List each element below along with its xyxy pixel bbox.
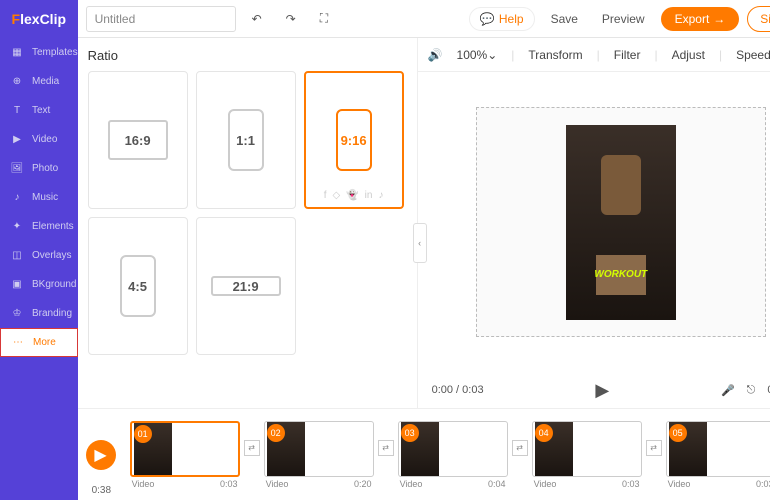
- ratio-16-9[interactable]: 16:9: [88, 71, 188, 209]
- preview-area: 🕓 WORKOUT: [418, 72, 770, 372]
- nav-more[interactable]: ⋯More: [0, 328, 78, 357]
- ratio-label: Ratio: [88, 48, 407, 63]
- transition-button[interactable]: ⇄: [512, 440, 528, 456]
- clip-duration: 0:20: [354, 479, 372, 489]
- nav-branding[interactable]: ♔Branding: [0, 299, 78, 328]
- facebook-icon: f: [324, 190, 327, 201]
- clip-type: Video: [534, 479, 557, 489]
- clip-number: 01: [134, 425, 152, 443]
- clip-03[interactable]: 03 Video 0:04: [398, 421, 508, 489]
- project-title-input[interactable]: Untitled: [86, 6, 236, 32]
- ratio-grid: 16:9 1:1 9:16 f◇👻in♪ 4:5 21:9: [88, 71, 407, 355]
- sidebar: FlexClip ▦Templates ⊕Media TText ▶Video …: [0, 0, 78, 500]
- ratio-4-5[interactable]: 4:5: [88, 217, 188, 355]
- nav-elements[interactable]: ✦Elements: [0, 212, 78, 241]
- undo-button[interactable]: ↶: [244, 8, 270, 30]
- ratio-panel: Ratio 16:9 1:1 9:16 f◇👻in♪ 4:5 21:9 ‹: [78, 38, 418, 408]
- photo-icon: 🖼: [10, 162, 24, 176]
- play-controls: 0:00 / 0:03 ▶ 🎤 ⎋ 0:03 ✂: [418, 372, 770, 408]
- clip-duration: 0:03: [622, 479, 640, 489]
- nav-bkground[interactable]: ▣BKground: [0, 270, 78, 299]
- clip-duration: 0:03: [756, 479, 770, 489]
- clip-type: Video: [266, 479, 289, 489]
- clips-container: 01 Video 0:03 ⇄ 02 Video 0:20 ⇄ 03 Video 0:04 ⇄ 04 Vi…: [122, 421, 770, 489]
- social-icons: f ◇ 👻 in ♪: [324, 190, 384, 201]
- preview-button[interactable]: Preview: [594, 8, 653, 30]
- help-button[interactable]: 💬Help: [469, 7, 535, 31]
- text-icon: T: [10, 104, 24, 118]
- linkedin-icon: in: [365, 190, 373, 201]
- nav-video[interactable]: ▶Video: [0, 125, 78, 154]
- canvas[interactable]: WORKOUT: [476, 107, 766, 337]
- redo-button[interactable]: ↷: [278, 8, 304, 30]
- clip-number: 03: [401, 424, 419, 442]
- snapchat-icon: 👻: [346, 190, 358, 201]
- clip-05[interactable]: 05 Video 0:03: [666, 421, 770, 489]
- templates-icon: ▦: [10, 46, 24, 60]
- tiktok-icon: ♪: [378, 190, 383, 201]
- more-icon: ⋯: [11, 336, 25, 350]
- help-icon: 💬: [480, 12, 495, 26]
- logo: FlexClip: [0, 0, 78, 38]
- ratio-1-1[interactable]: 1:1: [196, 71, 296, 209]
- mic-button[interactable]: 🎤: [721, 384, 735, 397]
- signup-button[interactable]: Sign Up: [747, 6, 770, 32]
- background-icon: ▣: [10, 278, 24, 292]
- time-display: 0:00 / 0:03: [432, 384, 484, 396]
- nav-music[interactable]: ♪Music: [0, 183, 78, 212]
- speed-button[interactable]: Speed: [736, 48, 770, 62]
- nav-overlays[interactable]: ◫Overlays: [0, 241, 78, 270]
- clip-type: Video: [132, 479, 155, 489]
- clip-type: Video: [668, 479, 691, 489]
- main: Untitled ↶ ↷ ⛶ 💬Help Save Preview Export…: [78, 0, 770, 500]
- timeline-play-button[interactable]: ▶: [86, 440, 116, 470]
- play-button[interactable]: ▶: [595, 380, 609, 401]
- nav-templates[interactable]: ▦Templates: [0, 38, 78, 67]
- nav-photo[interactable]: 🖼Photo: [0, 154, 78, 183]
- save-button[interactable]: Save: [543, 8, 586, 30]
- branding-icon: ♔: [10, 307, 24, 321]
- media-icon: ⊕: [10, 75, 24, 89]
- clip-type: Video: [400, 479, 423, 489]
- transition-button[interactable]: ⇄: [244, 440, 260, 456]
- clip-duration: 0:03: [220, 479, 238, 489]
- nav-text[interactable]: TText: [0, 96, 78, 125]
- split-button[interactable]: ⎋: [747, 384, 756, 397]
- preview-panel: 🔊 100%⌄ | Transform | Filter | Adjust | …: [418, 38, 770, 408]
- nav-media[interactable]: ⊕Media: [0, 67, 78, 96]
- adjust-button[interactable]: Adjust: [672, 48, 705, 62]
- video-icon: ▶: [10, 133, 24, 147]
- fullscreen-button[interactable]: ⛶: [312, 7, 336, 30]
- instagram-icon: ◇: [332, 190, 340, 201]
- clip-01[interactable]: 01 Video 0:03: [130, 421, 240, 489]
- export-button[interactable]: Export →: [661, 7, 740, 31]
- music-icon: ♪: [10, 191, 24, 205]
- overlays-icon: ◫: [10, 249, 24, 263]
- ratio-9-16[interactable]: 9:16 f◇👻in♪: [304, 71, 404, 209]
- clip-02[interactable]: 02 Video 0:20: [264, 421, 374, 489]
- zoom-select[interactable]: 100%⌄: [457, 48, 498, 62]
- transition-button[interactable]: ⇄: [646, 440, 662, 456]
- elements-icon: ✦: [10, 220, 24, 234]
- clip-number: 05: [669, 424, 687, 442]
- clip-number: 04: [535, 424, 553, 442]
- timeline-total: 0:38: [92, 485, 111, 496]
- content: Ratio 16:9 1:1 9:16 f◇👻in♪ 4:5 21:9 ‹ 🔊 …: [78, 38, 770, 408]
- video-preview: WORKOUT: [566, 125, 676, 320]
- preview-toolbar: 🔊 100%⌄ | Transform | Filter | Adjust | …: [418, 38, 770, 72]
- transition-button[interactable]: ⇄: [378, 440, 394, 456]
- clip-number: 02: [267, 424, 285, 442]
- clip-04[interactable]: 04 Video 0:03: [532, 421, 642, 489]
- timeline: ▶ 0:38 01 Video 0:03 ⇄ 02 Video 0:20 ⇄ 03 Video 0:…: [78, 408, 770, 500]
- filter-button[interactable]: Filter: [614, 48, 641, 62]
- transform-button[interactable]: Transform: [528, 48, 582, 62]
- overlay-text: WORKOUT: [594, 269, 647, 280]
- topbar: Untitled ↶ ↷ ⛶ 💬Help Save Preview Export…: [78, 0, 770, 38]
- volume-button[interactable]: 🔊: [428, 48, 443, 62]
- ratio-21-9[interactable]: 21:9: [196, 217, 296, 355]
- clip-duration: 0:04: [488, 479, 506, 489]
